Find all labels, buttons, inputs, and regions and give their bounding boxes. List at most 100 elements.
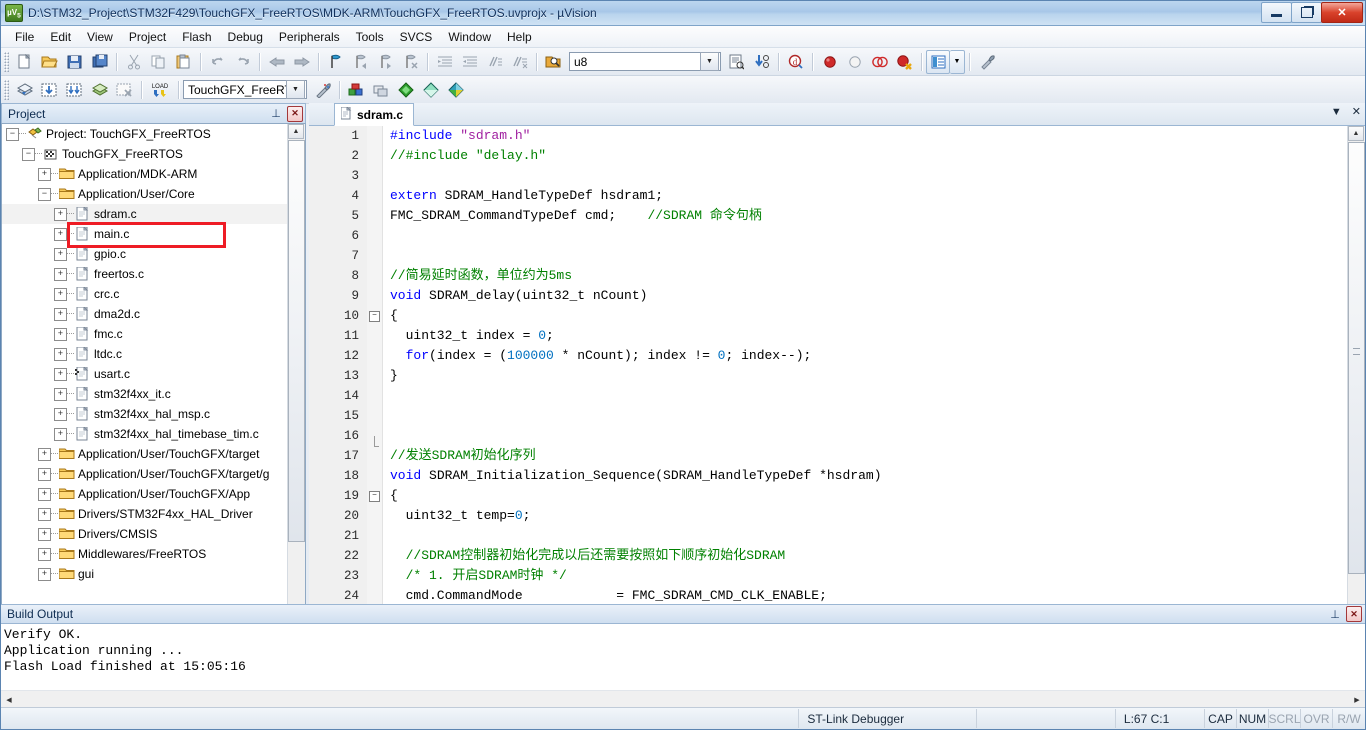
download-icon[interactable]: LOAD: [146, 78, 174, 102]
tree-item-sdram-c[interactable]: + sdram.c: [2, 204, 288, 224]
tree-expander[interactable]: +: [54, 367, 67, 381]
scroll-up-button[interactable]: ▲: [288, 124, 304, 139]
tree-expander[interactable]: +: [38, 547, 51, 561]
new-file-icon[interactable]: [12, 50, 37, 74]
tree-item-application-user-touchgfx-target-g[interactable]: + Application/User/TouchGFX/target/g: [2, 464, 288, 484]
bookmark-toggle-icon[interactable]: [323, 50, 348, 74]
tree-expander[interactable]: −: [6, 127, 19, 141]
paste-icon[interactable]: [171, 50, 196, 74]
project-tree-vscrollbar[interactable]: ▲: [287, 124, 305, 666]
tree-item-touchgfx-freertos[interactable]: − TouchGFX_FreeRTOS: [2, 144, 288, 164]
code-line[interactable]: 24 cmd.CommandMode = FMC_SDRAM_CMD_CLK_E…: [309, 586, 1348, 606]
tree-item-application-mdk-arm[interactable]: + Application/MDK-ARM: [2, 164, 288, 184]
tree-item-freertos-c[interactable]: + freertos.c: [2, 264, 288, 284]
close-icon[interactable]: ✕: [1346, 606, 1362, 622]
tree-item-project-touchgfx-freertos[interactable]: − Project: TouchGFX_FreeRTOS: [2, 124, 288, 144]
outdent-icon[interactable]: [457, 50, 482, 74]
minimize-button[interactable]: [1261, 2, 1292, 23]
tree-expander[interactable]: +: [38, 507, 51, 521]
tree-item-gpio-c[interactable]: + gpio.c: [2, 244, 288, 264]
code-line[interactable]: 5 FMC_SDRAM_CommandTypeDef cmd; //SDRAM 命…: [309, 206, 1348, 226]
tree-item-drivers-cmsis[interactable]: + Drivers/CMSIS: [2, 524, 288, 544]
undo-icon[interactable]: [205, 50, 230, 74]
tree-item-stm32f4xx-hal-timebase-tim-c[interactable]: + stm32f4xx_hal_timebase_tim.c: [2, 424, 288, 444]
tree-expander[interactable]: +: [54, 327, 67, 341]
pin-icon[interactable]: ⊥: [1327, 606, 1343, 622]
tree-expander[interactable]: +: [54, 427, 67, 441]
comment-icon[interactable]: [482, 50, 507, 74]
tree-item-application-user-core[interactable]: − Application/User/Core: [2, 184, 288, 204]
svcs-icon[interactable]: [444, 78, 469, 102]
configure-icon[interactable]: [974, 50, 999, 74]
menu-item-project[interactable]: Project: [121, 28, 174, 46]
editor-tab-sdram-c[interactable]: sdram.c: [334, 103, 415, 126]
code-line[interactable]: 9 void SDRAM_delay(uint32_t nCount): [309, 286, 1348, 306]
tree-item-fmc-c[interactable]: + fmc.c: [2, 324, 288, 344]
cut-icon[interactable]: [121, 50, 146, 74]
save-all-icon[interactable]: [87, 50, 112, 74]
breakpoint-disable-all-icon[interactable]: [867, 50, 892, 74]
tree-expander[interactable]: +: [38, 167, 51, 181]
menu-item-tools[interactable]: Tools: [348, 28, 392, 46]
tree-expander[interactable]: +: [54, 267, 67, 281]
fold-marker[interactable]: −: [367, 310, 382, 322]
tree-item-ltdc-c[interactable]: + ltdc.c: [2, 344, 288, 364]
code-line[interactable]: 10−{: [309, 306, 1348, 326]
manage-runtime-icon[interactable]: [419, 78, 444, 102]
close-icon[interactable]: ✕: [287, 105, 303, 122]
find-in-files-icon[interactable]: [541, 50, 566, 74]
editor-tab-close-icon[interactable]: ✕: [1352, 105, 1361, 118]
code-line[interactable]: 6: [309, 226, 1348, 246]
translate-icon[interactable]: [12, 78, 37, 102]
debug-search-icon[interactable]: d: [783, 50, 808, 74]
code-line[interactable]: 22 //SDRAM控制器初始化完成以后还需要按照如下顺序初始化SDRAM: [309, 546, 1348, 566]
code-line[interactable]: 14: [309, 386, 1348, 406]
uncomment-icon[interactable]: [507, 50, 532, 74]
tree-expander[interactable]: +: [38, 447, 51, 461]
tree-item-drivers-stm32f4xx-hal-driver[interactable]: + Drivers/STM32F4xx_HAL_Driver: [2, 504, 288, 524]
tree-expander[interactable]: +: [54, 307, 67, 321]
menu-item-view[interactable]: View: [79, 28, 121, 46]
code-line[interactable]: 23 /* 1. 开启SDRAM时钟 */: [309, 566, 1348, 586]
manage-project-items-icon[interactable]: [344, 78, 369, 102]
code-line[interactable]: 3: [309, 166, 1348, 186]
code-line[interactable]: 17 //发送SDRAM初始化序列: [309, 446, 1348, 466]
pin-icon[interactable]: ⊥: [268, 106, 284, 122]
tree-expander[interactable]: +: [38, 567, 51, 581]
tree-item-application-user-touchgfx-target[interactable]: + Application/User/TouchGFX/target: [2, 444, 288, 464]
breakpoint-insert-icon[interactable]: [817, 50, 842, 74]
code-line[interactable]: 16: [309, 426, 1348, 447]
close-button[interactable]: ✕: [1321, 2, 1363, 23]
tree-expander[interactable]: +: [54, 407, 67, 421]
menu-item-help[interactable]: Help: [499, 28, 540, 46]
vscroll-thumb[interactable]: [288, 140, 305, 542]
vscroll-thumb[interactable]: [1348, 142, 1365, 574]
tree-expander[interactable]: −: [22, 147, 35, 161]
tree-item-main-c[interactable]: + main.c: [2, 224, 288, 244]
code-line[interactable]: 15: [309, 406, 1348, 426]
indent-icon[interactable]: [432, 50, 457, 74]
build-output-text[interactable]: Verify OK. Application running ... Flash L…: [1, 624, 1365, 691]
menu-item-file[interactable]: File: [7, 28, 42, 46]
menu-item-flash[interactable]: Flash: [174, 28, 219, 46]
fold-marker[interactable]: −: [367, 490, 382, 502]
manage-windows-icon[interactable]: [926, 49, 950, 74]
tree-expander[interactable]: +: [54, 227, 67, 241]
code-line[interactable]: 1 #include "sdram.h": [309, 126, 1348, 146]
tree-expander[interactable]: +: [54, 207, 67, 221]
code-line[interactable]: 8 //简易延时函数，单位约为5ms: [309, 266, 1348, 286]
bookmark-clear-icon[interactable]: [398, 50, 423, 74]
tree-expander[interactable]: +: [54, 287, 67, 301]
tree-expander[interactable]: −: [38, 187, 51, 201]
tree-item-dma2d-c[interactable]: + dma2d.c: [2, 304, 288, 324]
tree-expander[interactable]: +: [54, 247, 67, 261]
target-options-icon[interactable]: [310, 78, 335, 102]
rebuild-icon[interactable]: [62, 78, 87, 102]
menu-item-peripherals[interactable]: Peripherals: [271, 28, 348, 46]
tree-item-crc-c[interactable]: + crc.c: [2, 284, 288, 304]
code-line[interactable]: 12 for(index = (100000 * nCount); index …: [309, 346, 1348, 366]
bookmark-prev-icon[interactable]: [348, 50, 373, 74]
menu-item-debug[interactable]: Debug: [220, 28, 271, 46]
code-line[interactable]: 11 uint32_t index = 0;: [309, 326, 1348, 346]
code-line[interactable]: 20 uint32_t temp=0;: [309, 506, 1348, 526]
